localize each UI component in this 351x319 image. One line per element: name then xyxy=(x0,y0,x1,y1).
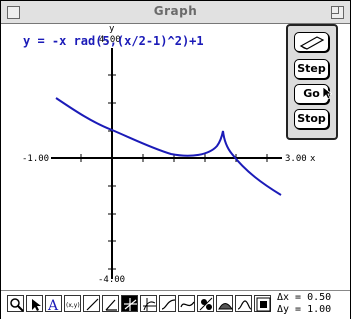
tangent-icon[interactable] xyxy=(235,295,252,312)
y-min-label: -4.00 xyxy=(98,275,126,285)
x-max-label: 3.00 xyxy=(285,154,307,164)
function-curve xyxy=(55,97,282,196)
delta-y-readout: Δy = 1.00 xyxy=(277,304,332,315)
text-A-icon[interactable]: A xyxy=(45,295,62,312)
point-zoom-icon[interactable] xyxy=(197,295,214,312)
graph-window: Graph y 4.00 -1.00 3.00 x -4.00 y = -x r… xyxy=(0,0,351,319)
step-button[interactable]: Step xyxy=(294,59,329,79)
zoom-box[interactable] xyxy=(331,6,344,19)
arrow-pointer-icon[interactable] xyxy=(26,295,43,312)
shaded-region-icon[interactable] xyxy=(216,295,233,312)
svg-text:A: A xyxy=(47,298,59,312)
graph-frame-icon[interactable] xyxy=(254,295,271,312)
curve-icon[interactable] xyxy=(159,295,176,312)
trace-icon[interactable] xyxy=(140,295,157,312)
angle-icon[interactable] xyxy=(102,295,119,312)
mouse-pointer-icon xyxy=(323,87,332,100)
tool-palette: A (x,y) Δx = 0.50 Δy = 1.00 xyxy=(1,290,350,319)
animation-controls: Step Go Stop xyxy=(286,24,338,140)
delta-x-readout: Δx = 0.50 xyxy=(277,292,332,303)
stop-button[interactable]: Stop xyxy=(294,109,329,129)
magnifier-icon[interactable] xyxy=(7,295,24,312)
xy-coordinate-icon[interactable]: (x,y) xyxy=(64,295,81,312)
line-icon[interactable] xyxy=(83,295,100,312)
equation-text[interactable]: y = -x rad(5,(x/2-1)^2)+1 xyxy=(23,34,204,48)
x-min-label: -1.00 xyxy=(22,154,50,164)
window-title: Graph xyxy=(153,4,198,18)
curve-arrow-icon[interactable] xyxy=(178,295,195,312)
y-axis-label: y xyxy=(109,24,115,34)
title-bar[interactable]: Graph xyxy=(1,1,350,24)
eraser-icon[interactable] xyxy=(294,32,329,52)
cross-slope-icon[interactable] xyxy=(121,295,138,312)
svg-text:(x,y): (x,y) xyxy=(66,302,80,309)
x-axis-label: x xyxy=(310,154,316,164)
